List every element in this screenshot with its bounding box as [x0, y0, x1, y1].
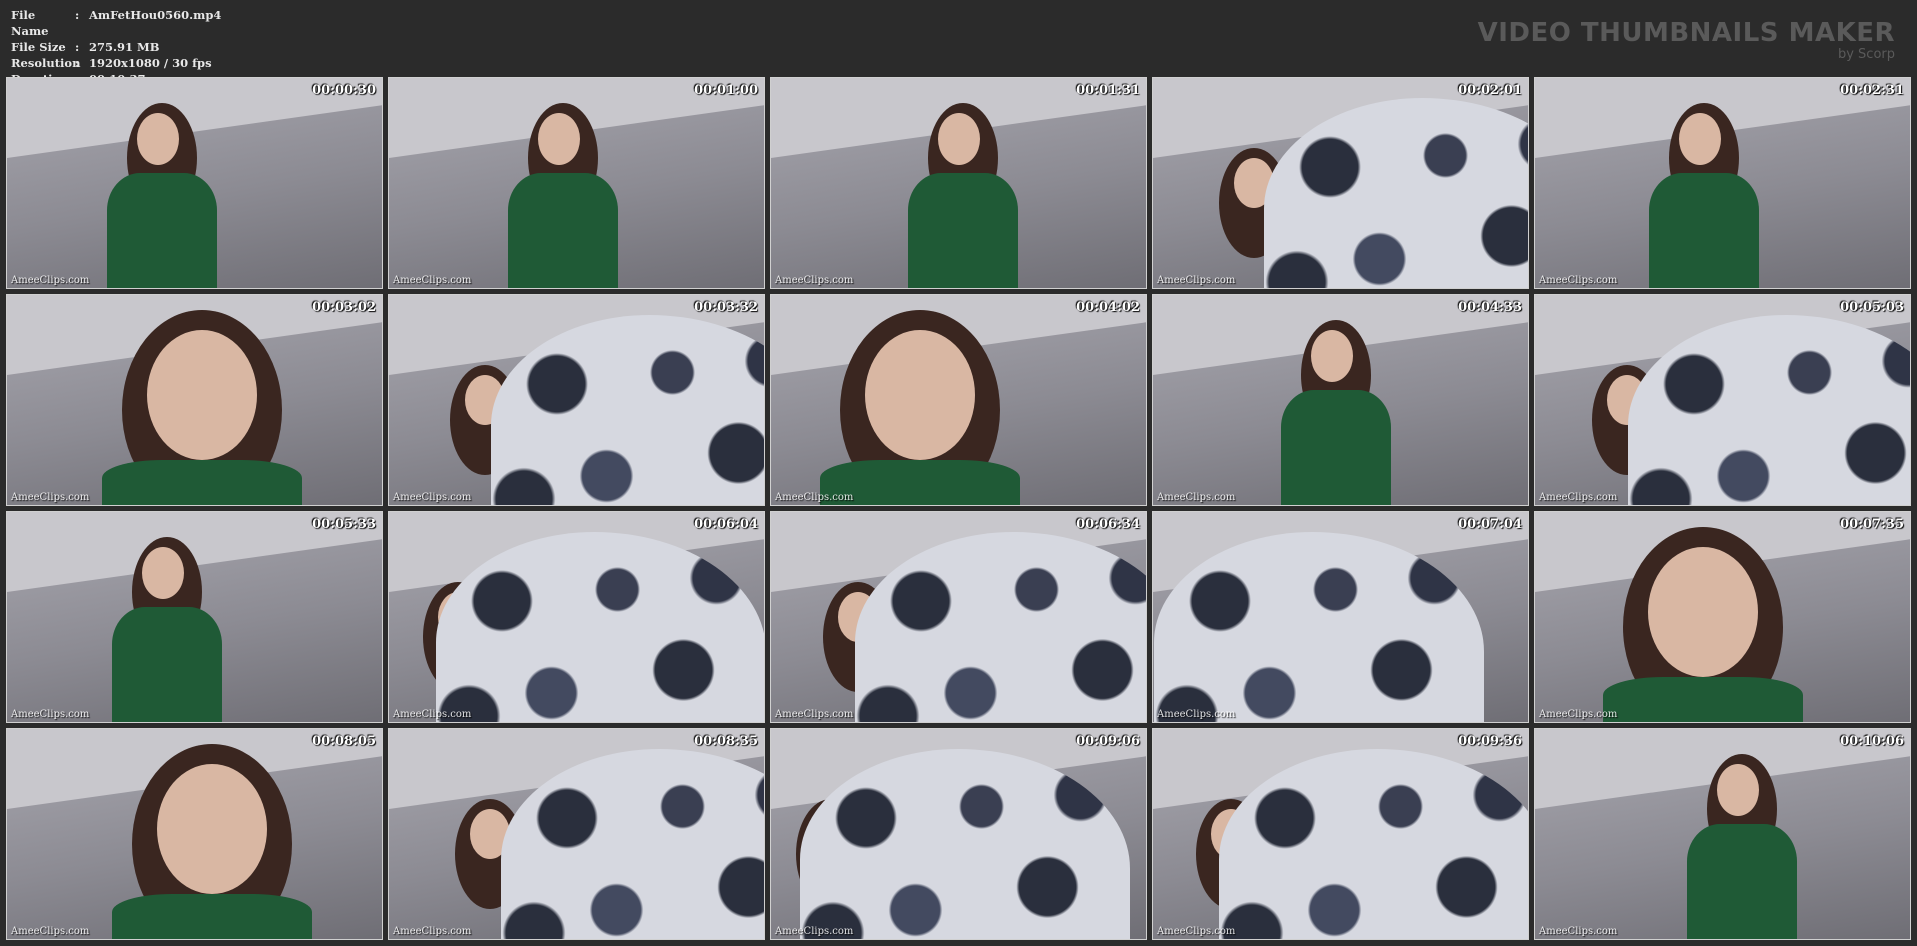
thumbnail-watermark: AmeeClips.com [1157, 275, 1236, 286]
face-shape [157, 764, 267, 894]
file-name-label: File Name [11, 8, 49, 38]
thumbnail-timestamp: 00:06:04 [694, 517, 758, 532]
shirt-shape [102, 460, 302, 505]
shirt-shape [112, 894, 312, 939]
brand-title: VIDEO THUMBNAILS MAKER [1477, 18, 1895, 48]
thumbnail-watermark: AmeeClips.com [393, 709, 472, 720]
video-thumbnail[interactable]: 00:08:05 AmeeClips.com [6, 728, 383, 940]
thumbnail-timestamp: 00:03:32 [694, 300, 758, 315]
thumbnail-timestamp: 00:02:31 [1840, 83, 1904, 98]
thumbnail-timestamp: 00:06:34 [1076, 517, 1140, 532]
thumbnail-watermark: AmeeClips.com [1539, 492, 1618, 503]
video-thumbnail[interactable]: 00:10:06 AmeeClips.com [1534, 728, 1911, 940]
thumbnail-watermark: AmeeClips.com [1157, 926, 1236, 937]
video-thumbnail[interactable]: 00:01:00 AmeeClips.com [388, 77, 765, 289]
thumbnail-watermark: AmeeClips.com [1157, 709, 1236, 720]
shirt-shape [112, 607, 222, 722]
video-thumbnail[interactable]: 00:00:30 AmeeClips.com [6, 77, 383, 289]
face-shape [137, 113, 179, 165]
brand-logo: VIDEO THUMBNAILS MAKER by Scorp [1478, 18, 1895, 62]
file-size-value: 275.91 MB [89, 40, 160, 54]
thumbnail-watermark: AmeeClips.com [1157, 492, 1236, 503]
face-shape [938, 113, 980, 165]
video-thumbnail[interactable]: 00:06:04 AmeeClips.com [388, 511, 765, 723]
shirt-shape [1603, 677, 1803, 722]
video-thumbnail[interactable]: 00:07:04 AmeeClips.com [1152, 511, 1529, 723]
thumbnail-watermark: AmeeClips.com [775, 709, 854, 720]
resolution-label: Resolution [11, 56, 81, 70]
thumbnail-timestamp: 00:01:00 [694, 83, 758, 98]
face-shape [1311, 330, 1353, 382]
video-thumbnail[interactable]: 00:07:35 AmeeClips.com [1534, 511, 1911, 723]
video-thumbnail[interactable]: 00:01:31 AmeeClips.com [770, 77, 1147, 289]
face-shape [1679, 113, 1721, 165]
video-thumbnail[interactable]: 00:08:35 AmeeClips.com [388, 728, 765, 940]
file-size-label: File Size [11, 40, 66, 54]
separator: : [75, 56, 80, 70]
thumbnail-watermark: AmeeClips.com [775, 926, 854, 937]
video-thumbnail[interactable]: 00:02:01 AmeeClips.com [1152, 77, 1529, 289]
shirt-shape [107, 173, 217, 288]
thumbnail-timestamp: 00:08:05 [312, 734, 376, 749]
thumbnail-timestamp: 00:07:04 [1458, 517, 1522, 532]
shirt-shape [908, 173, 1018, 288]
thumbnail-watermark: AmeeClips.com [393, 492, 472, 503]
thumbnail-timestamp: 00:09:36 [1458, 734, 1522, 749]
thumbnail-watermark: AmeeClips.com [775, 275, 854, 286]
face-shape [147, 330, 257, 460]
thumbnail-timestamp: 00:00:30 [312, 83, 376, 98]
face-shape [1716, 764, 1759, 816]
shirt-shape [1281, 390, 1391, 505]
thumbnail-timestamp: 00:05:03 [1840, 300, 1904, 315]
thumbnail-watermark: AmeeClips.com [393, 275, 472, 286]
thumbnail-watermark: AmeeClips.com [1539, 275, 1618, 286]
thumbnail-timestamp: 00:01:31 [1076, 83, 1140, 98]
video-thumbnail[interactable]: 00:04:02 AmeeClips.com [770, 294, 1147, 506]
face-shape [537, 113, 580, 165]
thumbnail-watermark: AmeeClips.com [393, 926, 472, 937]
thumbnail-watermark: AmeeClips.com [11, 492, 90, 503]
face-shape [1648, 547, 1758, 677]
file-name-value: AmFetHou0560.mp4 [89, 8, 222, 22]
thumbnail-watermark: AmeeClips.com [1539, 926, 1618, 937]
separator: : [75, 8, 80, 22]
shirt-shape [507, 173, 618, 288]
thumbnail-watermark: AmeeClips.com [1539, 709, 1618, 720]
face-shape [865, 330, 975, 460]
thumbnail-watermark: AmeeClips.com [11, 275, 90, 286]
thumbnail-timestamp: 00:03:02 [312, 300, 376, 315]
shirt-shape [1649, 173, 1759, 288]
video-thumbnail[interactable]: 00:03:32 AmeeClips.com [388, 294, 765, 506]
file-name-row: File Name : AmFetHou0560.mp4 [11, 7, 221, 39]
thumbnail-watermark: AmeeClips.com [11, 926, 90, 937]
thumbnail-timestamp: 00:04:33 [1458, 300, 1522, 315]
thumbnail-timestamp: 00:09:06 [1076, 734, 1140, 749]
video-thumbnail[interactable]: 00:05:33 AmeeClips.com [6, 511, 383, 723]
thumbnail-timestamp: 00:05:33 [312, 517, 376, 532]
thumbnail-timestamp: 00:10:06 [1840, 734, 1904, 749]
thumbnail-timestamp: 00:08:35 [694, 734, 758, 749]
brand-byline: by Scorp [1837, 47, 1895, 62]
file-size-row: File Size : 275.91 MB [11, 39, 221, 55]
thumbnail-timestamp: 00:04:02 [1076, 300, 1140, 315]
video-thumbnail[interactable]: 00:02:31 AmeeClips.com [1534, 77, 1911, 289]
resolution-value: 1920x1080 / 30 fps [89, 56, 212, 70]
video-thumbnail[interactable]: 00:04:33 AmeeClips.com [1152, 294, 1529, 506]
video-thumbnail[interactable]: 00:05:03 AmeeClips.com [1534, 294, 1911, 506]
video-thumbnail[interactable]: 00:09:36 AmeeClips.com [1152, 728, 1529, 940]
face-shape [142, 547, 184, 599]
thumbnail-watermark: AmeeClips.com [11, 709, 90, 720]
thumbnail-grid: 00:00:30 AmeeClips.com 00:01:00 AmeeClips.c… [6, 77, 1911, 940]
resolution-row: Resolution : 1920x1080 / 30 fps [11, 55, 221, 71]
thumbnail-timestamp: 00:02:01 [1458, 83, 1522, 98]
separator: : [75, 40, 80, 54]
video-thumbnail[interactable]: 00:09:06 AmeeClips.com [770, 728, 1147, 940]
video-thumbnail[interactable]: 00:06:34 AmeeClips.com [770, 511, 1147, 723]
file-info-panel: File Name : AmFetHou0560.mp4 File Size :… [11, 7, 221, 87]
video-thumbnail[interactable]: 00:03:02 AmeeClips.com [6, 294, 383, 506]
thumbnail-timestamp: 00:07:35 [1840, 517, 1904, 532]
thumbnail-watermark: AmeeClips.com [775, 492, 854, 503]
shirt-shape [1686, 824, 1797, 939]
